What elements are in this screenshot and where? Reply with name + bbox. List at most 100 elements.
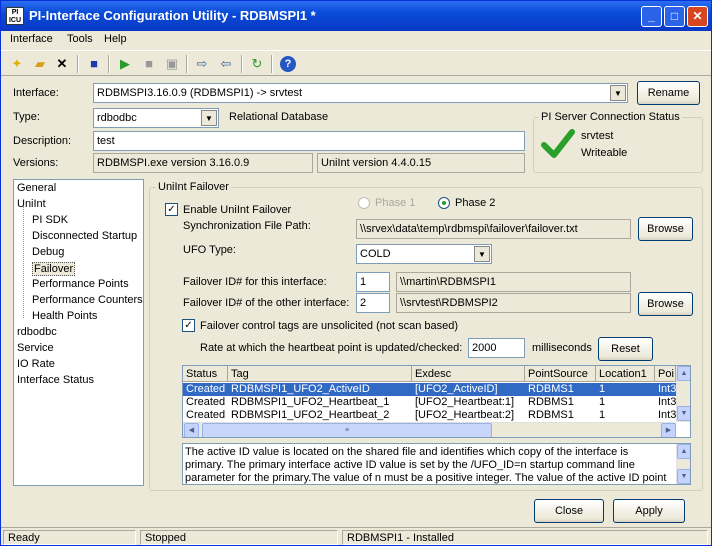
table-cell[interactable]: [UFO2_ActiveID] — [412, 383, 525, 396]
sync-path-field: \\srvex\data\temp\rdbmspi\failover\failo… — [356, 219, 631, 239]
table-cell[interactable]: 1 — [596, 383, 655, 396]
new-icon[interactable]: ✦ — [9, 56, 25, 72]
phase2-label: Phase 2 — [455, 197, 496, 209]
import-icon[interactable]: ⇦ — [218, 56, 234, 72]
export-icon[interactable]: ⇨ — [194, 56, 210, 72]
server-name: srvtest — [581, 130, 614, 142]
col-header-status[interactable]: Status — [183, 366, 228, 382]
scroll-down-arrow-icon[interactable]: ▼ — [677, 406, 690, 421]
table-cell[interactable]: 1 — [596, 396, 655, 409]
chevron-down-icon[interactable]: ▼ — [474, 246, 490, 262]
description-label: Description: — [13, 135, 72, 147]
chevron-down-icon[interactable]: ▼ — [201, 110, 217, 126]
col-header-location1[interactable]: Location1 — [596, 366, 655, 382]
heartbeat-input[interactable]: 2000 — [468, 338, 525, 358]
app-window: PI ICU PI-Interface Configuration Utilit… — [0, 0, 712, 546]
table-cell-tag[interactable]: RDBMSPI1_UFO2_ActiveID — [228, 383, 412, 396]
tree-item-service[interactable]: Service — [17, 342, 54, 354]
col-header-tag[interactable]: Tag — [228, 366, 412, 382]
scroll-thumb[interactable]: ≡ — [202, 423, 492, 437]
stop-icon[interactable]: ■ — [141, 56, 157, 72]
tree-item-io-rate[interactable]: IO Rate — [17, 358, 55, 370]
help-icon[interactable]: ? — [280, 56, 296, 72]
browse-sync-button[interactable]: Browse — [638, 217, 693, 241]
table-cell[interactable]: Int3 — [655, 396, 676, 409]
ufo-type-label: UFO Type: — [183, 244, 236, 256]
browse-other-button[interactable]: Browse — [638, 292, 693, 316]
apply-button[interactable]: Apply — [613, 499, 685, 523]
failover-tags-table[interactable]: Status Tag Exdesc PointSource Location1 … — [182, 365, 691, 438]
delete-icon[interactable]: ✕ — [54, 56, 70, 72]
tree-item-performance-counters[interactable]: Performance Counters — [32, 294, 143, 306]
description-input[interactable]: test — [93, 131, 525, 151]
scroll-right-arrow-icon[interactable]: ▶ — [661, 423, 676, 437]
close-button[interactable]: Close — [534, 499, 604, 523]
tree-item-pi-sdk[interactable]: PI SDK — [32, 214, 68, 226]
refresh-icon[interactable]: ↻ — [249, 56, 265, 72]
table-cell[interactable]: Int3 — [655, 383, 676, 396]
service-icon[interactable]: ▣ — [164, 56, 180, 72]
id-other-input[interactable]: 2 — [356, 293, 390, 313]
phase2-radio[interactable] — [438, 197, 450, 209]
exe-version: RDBMSPI.exe version 3.16.0.9 — [93, 153, 313, 173]
interface-select[interactable]: RDBMSPI3.16.0.9 (RDBMSPI1) -> srvtest ▼ — [93, 83, 628, 103]
phase1-radio[interactable] — [358, 197, 370, 209]
unsolicited-checkbox[interactable]: ✓ — [182, 319, 195, 332]
scroll-left-arrow-icon[interactable]: ◀ — [184, 423, 199, 437]
table-cell[interactable]: RDBMS1 — [525, 396, 596, 409]
tree-item-disconnected-startup[interactable]: Disconnected Startup — [32, 230, 137, 242]
tree-item-health-points[interactable]: Health Points — [32, 310, 97, 322]
table-cell[interactable]: Created — [183, 383, 228, 396]
tree-item-failover[interactable]: Failover — [32, 262, 76, 276]
table-horizontal-scrollbar[interactable]: ◀ ≡ ▶ — [183, 422, 676, 437]
table-cell[interactable]: [UFO2_Heartbeat:1] — [412, 396, 525, 409]
start-icon[interactable]: ▶ — [117, 56, 133, 72]
menu-help[interactable]: Help — [104, 33, 127, 45]
tree-item-debug[interactable]: Debug — [32, 246, 64, 258]
table-cell-tag[interactable]: RDBMSPI1_UFO2_Heartbeat_2 — [228, 409, 412, 422]
table-cell[interactable]: Created — [183, 396, 228, 409]
close-window-button[interactable]: ✕ — [687, 6, 708, 27]
table-cell[interactable]: RDBMS1 — [525, 383, 596, 396]
table-vertical-scrollbar[interactable]: ▲ ▼ — [676, 366, 690, 422]
server-state: Writeable — [581, 147, 628, 159]
tree-item-uniint[interactable]: UniInt — [17, 198, 46, 210]
save-icon[interactable]: ■ — [86, 56, 102, 72]
table-cell[interactable]: Created — [183, 409, 228, 422]
minimize-button[interactable]: _ — [641, 6, 662, 27]
enable-failover-label: Enable UniInt Failover — [183, 204, 292, 216]
enable-failover-checkbox[interactable]: ✓ — [165, 203, 178, 216]
table-cell-tag[interactable]: RDBMSPI1_UFO2_Heartbeat_1 — [228, 396, 412, 409]
scroll-down-arrow-icon[interactable]: ▼ — [677, 469, 690, 484]
description-scrollbar[interactable]: ▲ ▼ — [676, 444, 690, 484]
table-cell[interactable]: [UFO2_Heartbeat:2] — [412, 409, 525, 422]
tree-item-rdbodbc[interactable]: rdbodbc — [17, 326, 57, 338]
toolbar-separator — [77, 55, 79, 73]
type-select[interactable]: rdbodbc ▼ — [93, 108, 219, 128]
col-header-pointsource[interactable]: PointSource — [525, 366, 596, 382]
tree-item-interface-status[interactable]: Interface Status — [17, 374, 94, 386]
table-cell[interactable]: 1 — [596, 409, 655, 422]
table-cell[interactable]: RDBMS1 — [525, 409, 596, 422]
menu-tools[interactable]: Tools — [67, 33, 93, 45]
col-header-exdesc[interactable]: Exdesc — [412, 366, 525, 382]
open-icon[interactable]: ▰ — [32, 56, 48, 72]
menu-interface[interactable]: Interface — [10, 33, 53, 45]
scroll-up-arrow-icon[interactable]: ▲ — [677, 444, 690, 459]
id-other-label: Failover ID# of the other interface: — [183, 297, 350, 309]
tree-item-performance-points[interactable]: Performance Points — [32, 278, 129, 290]
chevron-down-icon[interactable]: ▼ — [610, 85, 626, 101]
maximize-button[interactable]: □ — [664, 6, 685, 27]
scroll-up-arrow-icon[interactable]: ▲ — [677, 366, 690, 381]
table-cell[interactable]: Int3 — [655, 409, 676, 422]
ufo-type-select[interactable]: COLD ▼ — [356, 244, 492, 264]
status-ready: Ready — [3, 530, 136, 545]
id-this-input[interactable]: 1 — [356, 272, 390, 292]
title-bar[interactable]: PI ICU PI-Interface Configuration Utilit… — [1, 1, 711, 31]
settings-tree[interactable]: General UniInt PI SDK Disconnected Startup D… — [13, 179, 144, 486]
phase1-label: Phase 1 — [375, 197, 416, 209]
rename-button[interactable]: Rename — [637, 81, 700, 105]
tree-item-general[interactable]: General — [17, 182, 56, 194]
reset-button[interactable]: Reset — [598, 337, 653, 361]
col-header-pointtype[interactable]: Poi — [655, 366, 676, 382]
